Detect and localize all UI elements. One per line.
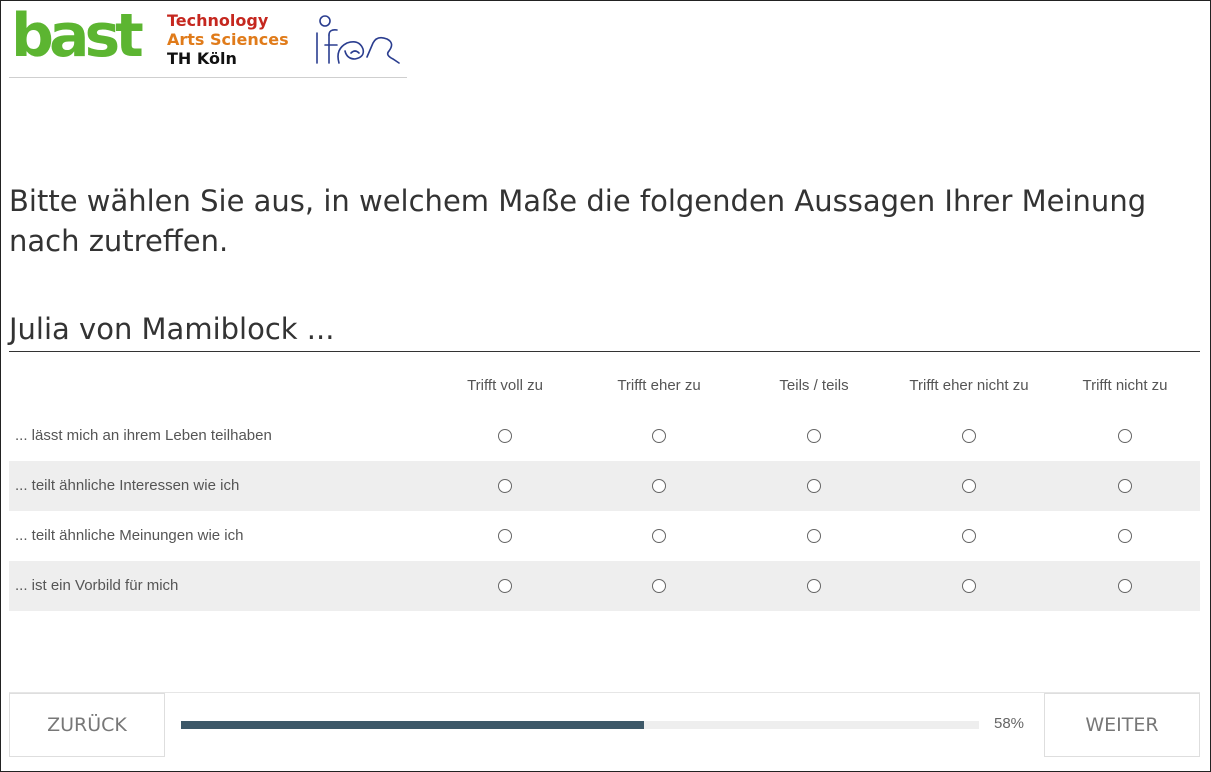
column-header-trifft-nicht-zu: Trifft nicht zu [1082, 377, 1168, 394]
matrix-row: ... ist ein Vorbild für mich [9, 561, 1200, 611]
progress-bar-fill [181, 721, 644, 729]
matrix-header-row: Trifft voll zu Trifft eher zu Teils / te… [9, 361, 1200, 411]
column-header-trifft-eher-zu: Trifft eher zu [617, 377, 701, 394]
matrix-row: ... teilt ähnliche Meinungen wie ich [9, 511, 1200, 561]
matrix-row: ... teilt ähnliche Interessen wie ich [9, 461, 1200, 511]
statement-label: ... ist ein Vorbild für mich [15, 577, 179, 594]
radio-trifft-nicht-zu[interactable] [1118, 479, 1132, 493]
column-header-trifft-eher-nicht-zu: Trifft eher nicht zu [909, 377, 1029, 394]
ifes-logo: ifes [311, 13, 400, 64]
question-subject: Julia von Mamiblock ... [9, 312, 335, 346]
statement-label: ... teilt ähnliche Meinungen wie ich [15, 527, 244, 544]
svg-text:ifes: ifes [311, 13, 313, 14]
radio-trifft-eher-zu[interactable] [652, 429, 666, 443]
logo-header: bast Technology Arts Sciences TH Köln if… [9, 1, 407, 78]
column-header-trifft-voll-zu: Trifft voll zu [467, 377, 543, 394]
th-koeln-logo-line2: Arts Sciences [167, 30, 289, 49]
radio-trifft-voll-zu[interactable] [498, 529, 512, 543]
radio-trifft-eher-nicht-zu[interactable] [962, 429, 976, 443]
radio-teils-teils[interactable] [807, 579, 821, 593]
back-button[interactable]: ZURÜCK [9, 693, 165, 757]
progress-bar [181, 721, 979, 729]
rating-matrix: Trifft voll zu Trifft eher zu Teils / te… [9, 361, 1200, 611]
radio-trifft-eher-nicht-zu[interactable] [962, 479, 976, 493]
radio-trifft-nicht-zu[interactable] [1118, 429, 1132, 443]
statement-label: ... lässt mich an ihrem Leben teilhaben [15, 427, 272, 444]
radio-trifft-voll-zu[interactable] [498, 429, 512, 443]
th-koeln-logo: Technology Arts Sciences TH Köln [167, 11, 289, 68]
radio-trifft-eher-zu[interactable] [652, 529, 666, 543]
th-koeln-logo-line1: Technology [167, 11, 269, 30]
radio-teils-teils[interactable] [807, 429, 821, 443]
survey-page: bast Technology Arts Sciences TH Köln if… [0, 0, 1211, 772]
next-button[interactable]: WEITER [1044, 693, 1200, 757]
radio-trifft-eher-nicht-zu[interactable] [962, 579, 976, 593]
matrix-row: ... lässt mich an ihrem Leben teilhaben [9, 411, 1200, 461]
radio-trifft-nicht-zu[interactable] [1118, 529, 1132, 543]
radio-teils-teils[interactable] [807, 529, 821, 543]
radio-teils-teils[interactable] [807, 479, 821, 493]
subject-divider [9, 351, 1200, 352]
radio-trifft-eher-zu[interactable] [652, 579, 666, 593]
statement-label: ... teilt ähnliche Interessen wie ich [15, 477, 240, 494]
radio-trifft-voll-zu[interactable] [498, 579, 512, 593]
column-header-teils-teils: Teils / teils [779, 377, 849, 394]
progress-percent: 58% [994, 715, 1025, 732]
radio-trifft-eher-nicht-zu[interactable] [962, 529, 976, 543]
bast-logo: bast [11, 1, 144, 71]
navigation-footer: ZURÜCK 58% WEITER [9, 692, 1200, 758]
radio-trifft-eher-zu[interactable] [652, 479, 666, 493]
radio-trifft-nicht-zu[interactable] [1118, 579, 1132, 593]
question-text: Bitte wählen Sie aus, in welchem Maße di… [9, 184, 1147, 258]
th-koeln-logo-line3: TH Köln [167, 49, 237, 68]
radio-trifft-voll-zu[interactable] [498, 479, 512, 493]
